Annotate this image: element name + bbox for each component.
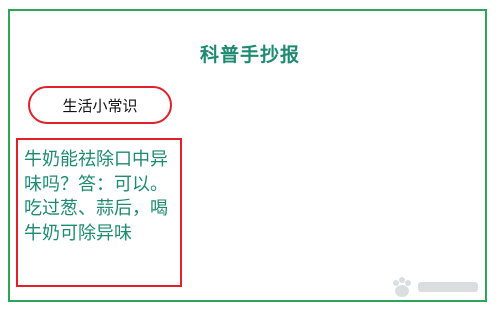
content-text-box: 牛奶能祛除口中异味吗？答：可以。吃过葱、蒜后，喝牛奶可除异味 [16, 138, 182, 287]
poster-title: 科普手抄报 [199, 44, 300, 66]
watermark-logo [393, 277, 478, 297]
section-label-pill: 生活小常识 [28, 86, 172, 124]
